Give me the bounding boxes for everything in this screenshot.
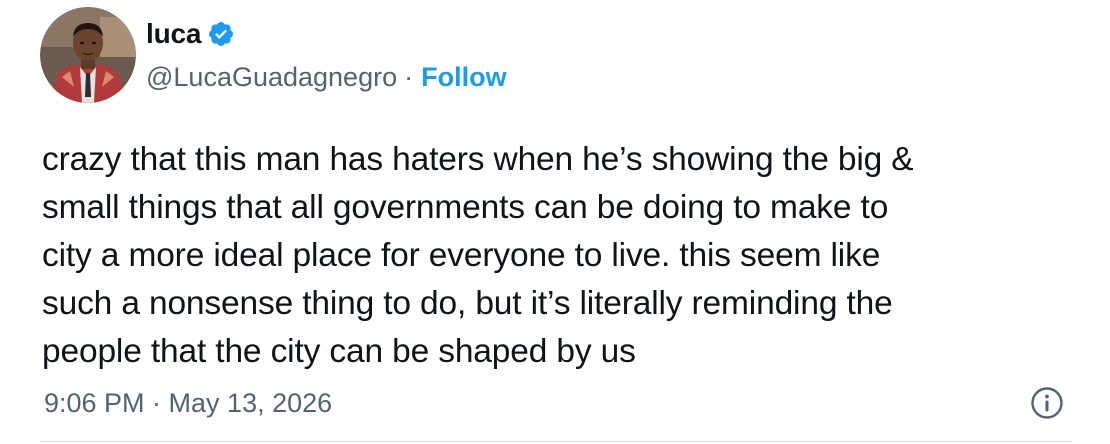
author-display-name[interactable]: luca <box>146 18 201 50</box>
avatar[interactable] <box>40 7 136 103</box>
tweet-timestamp[interactable]: 9:06 PM · May 13, 2026 <box>44 383 332 423</box>
info-icon[interactable] <box>1030 386 1064 420</box>
verified-badge-icon <box>207 20 235 48</box>
avatar-image <box>40 7 136 103</box>
author-name-row: luca <box>146 14 235 54</box>
follow-button[interactable]: Follow <box>421 62 506 93</box>
divider <box>40 441 1072 442</box>
author-handle[interactable]: @LucaGuadagnegro <box>146 62 397 93</box>
tweet-card: luca @LucaGuadagnegro · Follow crazy tha… <box>0 0 1110 444</box>
separator-dot: · <box>404 61 414 92</box>
tweet-text: crazy that this man has haters when he’s… <box>42 141 914 370</box>
author-handle-row: @LucaGuadagnegro · Follow <box>146 58 507 96</box>
